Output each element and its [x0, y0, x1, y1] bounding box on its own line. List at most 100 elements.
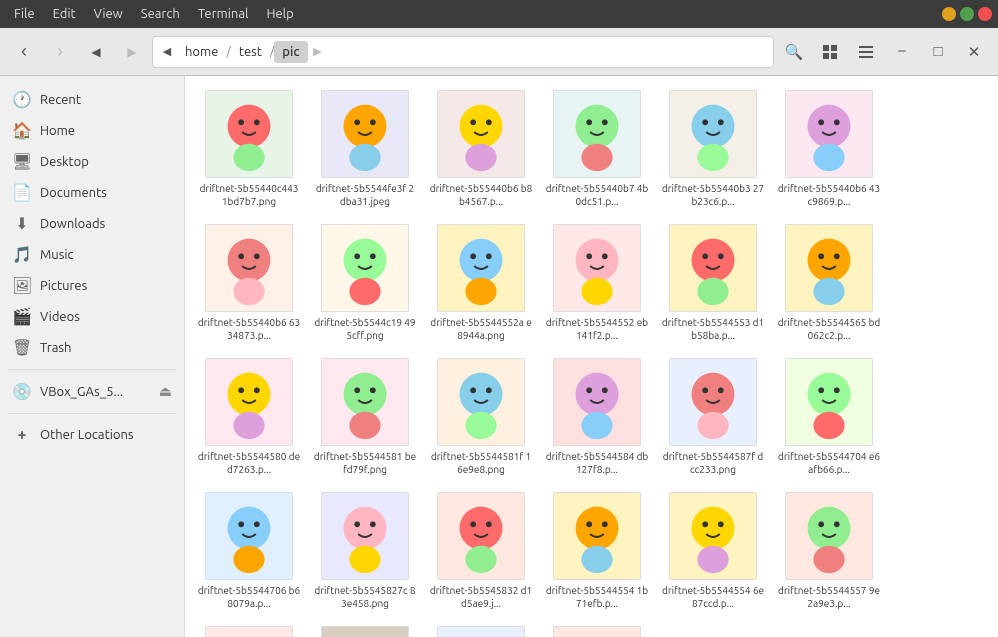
- breadcrumb-pic[interactable]: pic: [274, 41, 307, 63]
- sidebar-item-pictures[interactable]: 🖼 Pictures: [0, 270, 184, 301]
- sidebar-label-music: Music: [40, 248, 74, 262]
- add-location-icon: +: [12, 426, 32, 444]
- search-button[interactable]: 🔍: [778, 36, 810, 68]
- menubar: File Edit View Search Terminal Help: [0, 0, 998, 28]
- file-item[interactable]: driftnet-5b5544557 9e2a9e3.p...: [773, 486, 885, 616]
- window-close-button[interactable]: ✕: [958, 36, 990, 68]
- minimize-button[interactable]: [942, 7, 956, 21]
- file-item[interactable]: driftnet-5b5545826 2bbd95a.j...: [541, 620, 653, 637]
- file-item[interactable]: driftnet-5b5544565 bd062c2.p...: [773, 218, 885, 348]
- sidebar-label-downloads: Downloads: [40, 217, 105, 231]
- file-item[interactable]: driftnet-5b5544552a e8944a.png: [425, 218, 537, 348]
- file-item[interactable]: driftnet-5b55440b6 43c9869.p...: [773, 84, 885, 214]
- close-button[interactable]: [978, 7, 992, 21]
- sidebar-label-vbox: VBox_GAs_5...: [40, 385, 151, 399]
- history-back-button[interactable]: ◀: [80, 36, 112, 68]
- maximize-button[interactable]: [960, 7, 974, 21]
- menu-view[interactable]: View: [86, 4, 131, 24]
- file-name: driftnet-5b5544554 6e87ccd.p...: [661, 584, 765, 610]
- file-name: driftnet-5b5544584 db127f8.p...: [545, 450, 649, 476]
- file-item[interactable]: driftnet-5b5545827c 83e458.png: [309, 486, 421, 616]
- file-item[interactable]: driftnet-5b5544580 ded7263.p...: [193, 352, 305, 482]
- file-item[interactable]: driftnet-5b55440b7 4b0dc51.p...: [541, 84, 653, 214]
- file-name: driftnet-5b55440b3 27b23c6.p...: [661, 182, 765, 208]
- file-name: driftnet-5b5544553 d1b58ba.p...: [661, 316, 765, 342]
- file-name: driftnet-5b5545827c 83e458.png: [313, 584, 417, 610]
- file-item[interactable]: driftnet-5b5544702 5e45d32.p...: [309, 620, 421, 637]
- sidebar: 🕐 Recent 🏠 Home 🖥 Desktop 📄 Documents ⬇ …: [0, 76, 185, 637]
- sidebar-item-downloads[interactable]: ⬇ Downloads: [0, 208, 184, 239]
- sidebar-item-other-locations[interactable]: + Other Locations: [0, 420, 184, 450]
- trash-icon: 🗑: [12, 338, 32, 357]
- menu-file[interactable]: File: [6, 4, 43, 24]
- file-name: driftnet-5b5544552a e8944a.png: [429, 316, 533, 342]
- file-item[interactable]: driftnet-5b5544554 1b71efb.p...: [541, 486, 653, 616]
- file-name: driftnet-5b5544fe3f 2dba31.jpeg: [313, 182, 417, 208]
- file-item[interactable]: driftnet-5b5544586 6ef438d.p...: [193, 620, 305, 637]
- file-item[interactable]: driftnet-5b5544581f 16e9e8.png: [425, 352, 537, 482]
- file-item[interactable]: driftnet-5b55440b6 6334873.p...: [193, 218, 305, 348]
- menu-help[interactable]: Help: [258, 4, 301, 24]
- sidebar-item-recent[interactable]: 🕐 Recent: [0, 84, 184, 115]
- sidebar-label-home: Home: [40, 124, 75, 138]
- sidebar-divider-2: [8, 413, 176, 414]
- file-item[interactable]: driftnet-5b5544704 1a7c4c9.p...: [425, 620, 537, 637]
- recent-icon: 🕐: [12, 90, 32, 109]
- file-item[interactable]: driftnet-5b55440c443 1bd7b7.png: [193, 84, 305, 214]
- sidebar-item-documents[interactable]: 📄 Documents: [0, 177, 184, 208]
- menu-search[interactable]: Search: [133, 4, 188, 24]
- file-name: driftnet-5b5544557 9e2a9e3.p...: [777, 584, 881, 610]
- file-item[interactable]: driftnet-5b5545832 d1d5ae9.j...: [425, 486, 537, 616]
- file-name: driftnet-5b5544581 befd79f.png: [313, 450, 417, 476]
- documents-icon: 📄: [12, 183, 32, 202]
- sidebar-item-trash[interactable]: 🗑 Trash: [0, 332, 184, 363]
- home-icon: 🏠: [12, 121, 32, 140]
- music-icon: 🎵: [12, 245, 32, 264]
- menu-terminal[interactable]: Terminal: [190, 4, 257, 24]
- file-item[interactable]: driftnet-5b5544581 befd79f.png: [309, 352, 421, 482]
- breadcrumb-nav-left[interactable]: ◀: [157, 36, 177, 68]
- breadcrumb-test[interactable]: test: [231, 41, 270, 63]
- grid-view-button[interactable]: [814, 36, 846, 68]
- breadcrumb-nav-right[interactable]: ▶: [308, 36, 328, 68]
- forward-button[interactable]: ›: [44, 36, 76, 68]
- file-item[interactable]: driftnet-5b5544706 b68079a.p...: [193, 486, 305, 616]
- file-item[interactable]: driftnet-5b5544552 eb141f2.p...: [541, 218, 653, 348]
- file-name: driftnet-5b5544580 ded7263.p...: [197, 450, 301, 476]
- file-name: driftnet-5b5544587f dcc233.png: [661, 450, 765, 476]
- sidebar-item-vbox[interactable]: 💿 VBox_GAs_5... ⏏: [0, 376, 184, 407]
- back-button[interactable]: ‹: [8, 36, 40, 68]
- sidebar-item-videos[interactable]: 🎬 Videos: [0, 301, 184, 332]
- toolbar-right: 🔍 − □ ✕: [778, 36, 990, 68]
- history-forward-button[interactable]: ▶: [116, 36, 148, 68]
- file-item[interactable]: driftnet-5b55440b3 27b23c6.p...: [657, 84, 769, 214]
- file-item[interactable]: driftnet-5b55440b6 b8b4567.p...: [425, 84, 537, 214]
- zoom-button[interactable]: □: [922, 36, 954, 68]
- eject-icon[interactable]: ⏏: [159, 383, 172, 400]
- file-name: driftnet-5b5545832 d1d5ae9.j...: [429, 584, 533, 610]
- downloads-icon: ⬇: [12, 214, 32, 233]
- sidebar-item-desktop[interactable]: 🖥 Desktop: [0, 146, 184, 177]
- list-view-button[interactable]: [850, 36, 882, 68]
- file-item[interactable]: driftnet-5b5544584 db127f8.p...: [541, 352, 653, 482]
- file-name: driftnet-5b5544565 bd062c2.p...: [777, 316, 881, 342]
- file-item[interactable]: driftnet-5b5544554 6e87ccd.p...: [657, 486, 769, 616]
- file-name: driftnet-5b5544552 eb141f2.p...: [545, 316, 649, 342]
- file-name: driftnet-5b5544704 e6afb66.p...: [777, 450, 881, 476]
- file-item[interactable]: driftnet-5b5544c19 495cff.png: [309, 218, 421, 348]
- file-item[interactable]: driftnet-5b5544704 e6afb66.p...: [773, 352, 885, 482]
- sidebar-divider: [8, 369, 176, 370]
- file-item[interactable]: driftnet-5b5544553 d1b58ba.p...: [657, 218, 769, 348]
- sidebar-item-music[interactable]: 🎵 Music: [0, 239, 184, 270]
- sidebar-item-home[interactable]: 🏠 Home: [0, 115, 184, 146]
- desktop-icon: 🖥: [12, 152, 32, 171]
- file-item[interactable]: driftnet-5b5544587f dcc233.png: [657, 352, 769, 482]
- file-name: driftnet-5b5544706 b68079a.p...: [197, 584, 301, 610]
- videos-icon: 🎬: [12, 307, 32, 326]
- file-name: driftnet-5b5544581f 16e9e8.png: [429, 450, 533, 476]
- breadcrumb-home[interactable]: home: [177, 41, 226, 63]
- file-name: driftnet-5b55440b7 4b0dc51.p...: [545, 182, 649, 208]
- file-item[interactable]: driftnet-5b5544fe3f 2dba31.jpeg: [309, 84, 421, 214]
- zoom-out-button[interactable]: −: [886, 36, 918, 68]
- menu-edit[interactable]: Edit: [45, 4, 84, 24]
